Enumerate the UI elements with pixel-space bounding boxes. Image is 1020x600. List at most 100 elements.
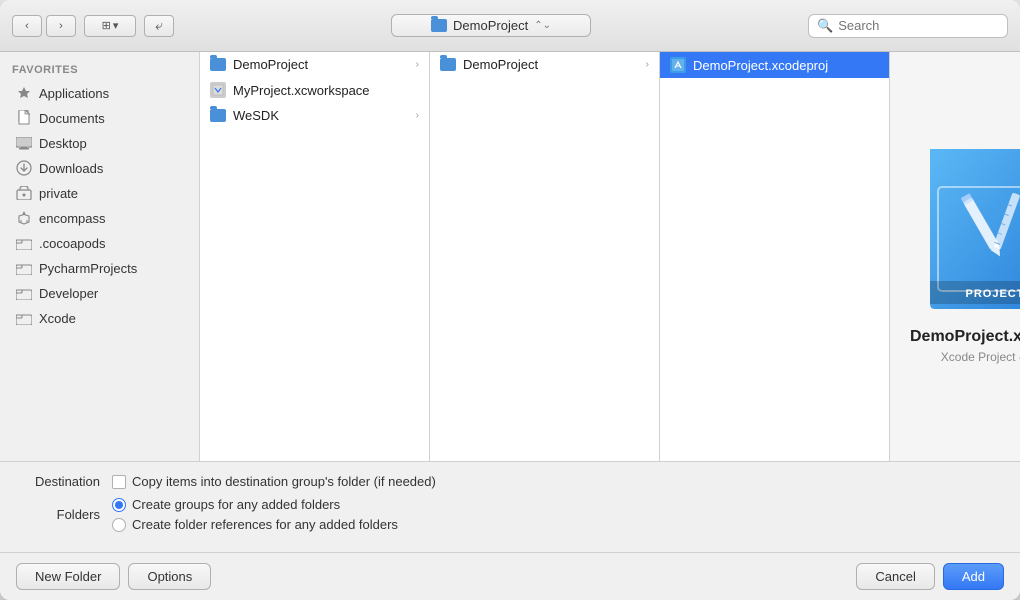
sidebar-label-cocoapods: .cocoapods bbox=[39, 236, 106, 251]
file-browser: DemoProject › MyProject.xcworkspace bbox=[200, 52, 1020, 461]
file-item-left: WeSDK bbox=[210, 108, 279, 123]
sidebar-label-downloads: Downloads bbox=[39, 161, 103, 176]
list-item[interactable]: DemoProject › bbox=[200, 52, 429, 77]
file-label: DemoProject bbox=[463, 57, 538, 72]
sidebar-item-applications[interactable]: Applications bbox=[4, 81, 195, 105]
chevron-right-icon: › bbox=[416, 59, 419, 70]
sidebar-section-label: Favorites bbox=[0, 62, 199, 80]
folder-icon bbox=[440, 58, 456, 71]
search-icon: 🔍 bbox=[817, 18, 833, 34]
list-item[interactable]: WeSDK › bbox=[200, 103, 429, 128]
sidebar-item-documents[interactable]: Documents bbox=[4, 106, 195, 130]
view-button[interactable]: ⊞ ▾ bbox=[84, 15, 136, 37]
action-icon: ⤶ bbox=[155, 17, 163, 34]
chevron-right-icon: › bbox=[646, 59, 649, 70]
file-label: DemoProject.xcodeproj bbox=[693, 58, 828, 73]
view-chevron-icon: ▾ bbox=[113, 19, 119, 32]
destination-checkbox-option[interactable]: Copy items into destination group's fold… bbox=[112, 474, 436, 489]
sidebar-item-xcode[interactable]: Xcode bbox=[4, 306, 195, 330]
sidebar-item-private[interactable]: private bbox=[4, 181, 195, 205]
options-button[interactable]: Options bbox=[128, 563, 211, 590]
xcodeproj-preview-icon: PROJECT bbox=[920, 149, 1020, 309]
destination-checkbox-label: Copy items into destination group's fold… bbox=[132, 474, 436, 489]
pycharm-icon bbox=[16, 260, 32, 276]
sidebar-item-downloads[interactable]: Downloads bbox=[4, 156, 195, 180]
column-3: DemoProject.xcodeproj bbox=[660, 52, 890, 461]
folders-radio-2-label: Create folder references for any added f… bbox=[132, 517, 398, 532]
destination-checkbox[interactable] bbox=[112, 475, 126, 489]
file-label: MyProject.xcworkspace bbox=[233, 83, 370, 98]
folders-radio-option-1[interactable]: Create groups for any added folders bbox=[112, 497, 398, 512]
sidebar-label-pycharm: PycharmProjects bbox=[39, 261, 137, 276]
file-label: WeSDK bbox=[233, 108, 279, 123]
applications-icon bbox=[16, 85, 32, 101]
search-box[interactable]: 🔍 bbox=[808, 14, 1008, 38]
open-dialog: ‹ › ⊞ ▾ ⤶ DemoProject ⌃⌄ 🔍 Favorites bbox=[0, 0, 1020, 600]
footer-right: Cancel Add bbox=[856, 563, 1004, 590]
nav-buttons: ‹ › bbox=[12, 15, 76, 37]
search-input[interactable] bbox=[838, 18, 999, 33]
sidebar-item-cocoapods[interactable]: .cocoapods bbox=[4, 231, 195, 255]
file-item-left: DemoProject bbox=[210, 57, 308, 72]
sidebar-item-encompass[interactable]: encompass bbox=[4, 206, 195, 230]
desktop-icon bbox=[16, 135, 32, 151]
sidebar-item-developer[interactable]: Developer bbox=[4, 281, 195, 305]
location-dropdown[interactable]: DemoProject ⌃⌄ bbox=[391, 14, 591, 37]
cancel-button[interactable]: Cancel bbox=[856, 563, 934, 590]
downloads-icon bbox=[16, 160, 32, 176]
sidebar-label-desktop: Desktop bbox=[39, 136, 87, 151]
location-name: DemoProject bbox=[453, 18, 528, 33]
list-item[interactable]: MyProject.xcworkspace bbox=[200, 77, 429, 103]
folders-row: Folders Create groups for any added fold… bbox=[20, 497, 1000, 532]
private-icon bbox=[16, 185, 32, 201]
sidebar-item-pycharm[interactable]: PycharmProjects bbox=[4, 256, 195, 280]
column-2: DemoProject › bbox=[430, 52, 660, 461]
xcworkspace-icon bbox=[210, 82, 226, 98]
developer-icon bbox=[16, 285, 32, 301]
folders-radio-1[interactable] bbox=[112, 498, 126, 512]
new-folder-button[interactable]: New Folder bbox=[16, 563, 120, 590]
preview-pane: PROJECT DemoProject.xcodeproj Xcode Proj… bbox=[890, 52, 1020, 461]
xcode-icon bbox=[16, 310, 32, 326]
folders-radio-1-label: Create groups for any added folders bbox=[132, 497, 340, 512]
location-bar: DemoProject ⌃⌄ bbox=[182, 14, 800, 37]
location-chevron-icon: ⌃⌄ bbox=[534, 20, 551, 31]
file-item-left: MyProject.xcworkspace bbox=[210, 82, 370, 98]
file-item-left: DemoProject.xcodeproj bbox=[670, 57, 828, 73]
folders-options: Create groups for any added folders Crea… bbox=[112, 497, 398, 532]
forward-button[interactable]: › bbox=[46, 15, 76, 37]
sidebar-item-desktop[interactable]: Desktop bbox=[4, 131, 195, 155]
footer-left: New Folder Options bbox=[16, 563, 211, 590]
view-icon: ⊞ bbox=[102, 19, 111, 32]
add-button[interactable]: Add bbox=[943, 563, 1004, 590]
destination-row: Destination Copy items into destination … bbox=[20, 474, 1000, 489]
folders-radio-2[interactable] bbox=[112, 518, 126, 532]
footer: New Folder Options Cancel Add bbox=[0, 552, 1020, 600]
list-item[interactable]: DemoProject › bbox=[430, 52, 659, 77]
encompass-icon bbox=[16, 210, 32, 226]
sidebar-label-private: private bbox=[39, 186, 78, 201]
documents-icon bbox=[16, 110, 32, 126]
xcodeproj-icon bbox=[670, 57, 686, 73]
sidebar-label-developer: Developer bbox=[39, 286, 98, 301]
preview-meta: Xcode Project - 24 KB bbox=[941, 350, 1020, 364]
folder-icon bbox=[210, 58, 226, 71]
sidebar-label-applications: Applications bbox=[39, 86, 109, 101]
folders-label: Folders bbox=[20, 507, 100, 522]
folders-radio-option-2[interactable]: Create folder references for any added f… bbox=[112, 517, 398, 532]
destination-label: Destination bbox=[20, 474, 100, 489]
list-item[interactable]: DemoProject.xcodeproj bbox=[660, 52, 889, 78]
toolbar: ‹ › ⊞ ▾ ⤶ DemoProject ⌃⌄ 🔍 bbox=[0, 0, 1020, 52]
sidebar-label-documents: Documents bbox=[39, 111, 105, 126]
action-button[interactable]: ⤶ bbox=[144, 15, 174, 37]
sidebar: Favorites Applications bbox=[0, 52, 200, 461]
sidebar-label-xcode: Xcode bbox=[39, 311, 76, 326]
preview-icon: PROJECT bbox=[920, 149, 1020, 312]
file-label: DemoProject bbox=[233, 57, 308, 72]
options-section: Destination Copy items into destination … bbox=[0, 461, 1020, 552]
chevron-right-icon: › bbox=[416, 110, 419, 121]
back-button[interactable]: ‹ bbox=[12, 15, 42, 37]
file-item-left: DemoProject bbox=[440, 57, 538, 72]
preview-filename: DemoProject.xcodeproj bbox=[910, 328, 1020, 346]
sidebar-label-encompass: encompass bbox=[39, 211, 105, 226]
